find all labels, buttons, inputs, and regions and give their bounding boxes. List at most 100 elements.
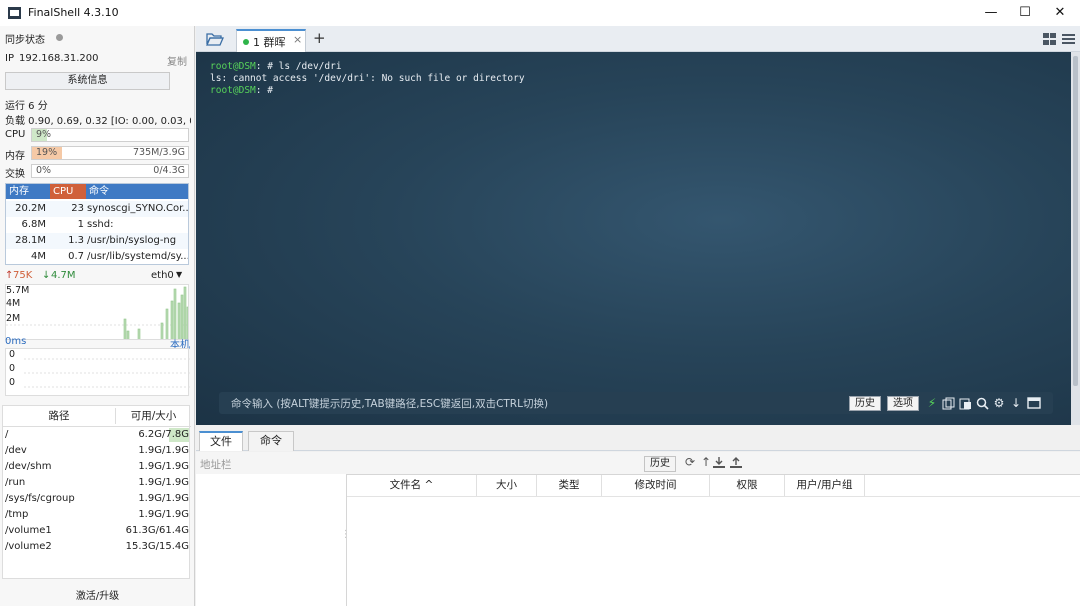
path-history-button[interactable]: 历史 bbox=[644, 456, 676, 472]
terminal-line: root@DSM: # bbox=[210, 85, 273, 96]
table-row[interactable]: /sys/fs/cgroup1.9G/1.9G bbox=[3, 491, 191, 507]
connected-dot-icon bbox=[243, 39, 249, 45]
scrollbar-thumb[interactable] bbox=[1073, 56, 1078, 386]
process-table: 内存 CPU 命令 20.2M 23 synoscgi_SYNO.Cor... … bbox=[5, 183, 189, 265]
table-row[interactable]: 6.8M 1 sshd: bbox=[6, 217, 189, 233]
window-icon[interactable] bbox=[1027, 397, 1041, 409]
col-modified[interactable]: 修改时间 bbox=[602, 475, 710, 496]
options-button[interactable]: 选项 bbox=[887, 396, 919, 411]
col-owner[interactable]: 用户/用户组 bbox=[785, 475, 865, 496]
maximize-button[interactable]: ☐ bbox=[1008, 0, 1042, 26]
cpu-usage-bar: 9% bbox=[31, 128, 189, 142]
tab-files[interactable]: 文件 bbox=[199, 431, 243, 451]
swap-usage-value: 0/4.3G bbox=[153, 165, 185, 177]
table-row[interactable]: /volume215.3G/15.4G bbox=[3, 539, 191, 555]
ip-value: 192.168.31.200 bbox=[19, 53, 99, 64]
minimize-button[interactable]: — bbox=[974, 0, 1008, 26]
copy-ip-button[interactable]: 复制 bbox=[167, 53, 187, 68]
table-row[interactable]: /dev1.9G/1.9G bbox=[3, 443, 191, 459]
proc-header-mem[interactable]: 内存 bbox=[6, 184, 50, 199]
bottom-tab-bar: 文件 命令 bbox=[196, 425, 1080, 451]
table-row[interactable]: /6.2G/7.8G bbox=[3, 427, 191, 443]
tab-commands[interactable]: 命令 bbox=[248, 431, 294, 451]
history-button[interactable]: 历史 bbox=[849, 396, 881, 411]
swap-usage-percent: 0% bbox=[36, 165, 51, 177]
network-chart: 5.7M 4M 2M bbox=[5, 284, 189, 340]
terminal-view[interactable]: root@DSM: # ls /dev/dri ls: cannot acces… bbox=[196, 52, 1071, 425]
arrow-down-icon[interactable]: ↓ bbox=[1009, 395, 1023, 411]
ping-grid-svg bbox=[6, 349, 190, 397]
ping-chart: 0 0 0 bbox=[5, 348, 189, 396]
gear-icon[interactable]: ⚙ bbox=[992, 395, 1006, 411]
mem-usage-percent: 19% bbox=[36, 147, 57, 159]
mem-label: 内存 bbox=[5, 147, 25, 162]
sync-status-label: 同步状态 bbox=[5, 31, 45, 46]
net-interface-select[interactable]: eth0 bbox=[151, 270, 174, 281]
col-filename[interactable]: 文件名 ^ bbox=[347, 475, 477, 496]
table-row[interactable]: 28.1M 1.3 /usr/bin/syslog-ng bbox=[6, 233, 189, 249]
table-row[interactable]: /volume161.3G/61.4G bbox=[3, 523, 191, 539]
swap-label: 交换 bbox=[5, 165, 25, 180]
proc-header-command[interactable]: 命令 bbox=[86, 184, 189, 199]
cpu-label: CPU bbox=[5, 129, 25, 140]
disk-header-size[interactable]: 可用/大小 bbox=[115, 408, 191, 424]
table-row[interactable]: /tmp1.9G/1.9G bbox=[3, 507, 191, 523]
session-tab-bar: 1 群晖 × + bbox=[196, 26, 1080, 52]
system-monitor-panel: 同步状态 IP 192.168.31.200 复制 系统信息 运行 6 分 负载… bbox=[0, 26, 195, 606]
terminal-line: root@DSM: # ls /dev/dri bbox=[210, 61, 342, 72]
file-list[interactable]: 文件名 ^ 大小 类型 修改时间 权限 用户/用户组 bbox=[346, 474, 1080, 606]
table-row[interactable]: 4M 0.7 /usr/lib/systemd/sy... bbox=[6, 249, 189, 265]
ip-label: IP bbox=[5, 53, 14, 64]
folder-open-icon[interactable] bbox=[206, 32, 224, 46]
col-type[interactable]: 类型 bbox=[537, 475, 602, 496]
parent-dir-icon[interactable]: ↑ bbox=[701, 455, 711, 469]
refresh-icon[interactable]: ⟳ bbox=[685, 455, 695, 469]
directory-tree[interactable]: ⋮ bbox=[196, 474, 346, 606]
command-input[interactable]: 命令输入 (按ALT键提示历史,TAB键路径,ESC键返回,双击CTRL切换) bbox=[231, 396, 548, 411]
lightning-icon[interactable]: ⚡ bbox=[925, 395, 939, 411]
sync-status-dot-icon bbox=[56, 34, 63, 41]
tab-label: 1 群晖 bbox=[253, 34, 286, 50]
terminal-scrollbar[interactable] bbox=[1071, 52, 1080, 425]
splitter-grip-icon[interactable]: ⋮ bbox=[341, 532, 344, 546]
menu-icon[interactable] bbox=[1062, 33, 1075, 45]
uptime-text: 运行 6 分 bbox=[5, 97, 48, 112]
chevron-down-icon[interactable]: ▼ bbox=[176, 270, 182, 279]
load-text: 负载 0.90, 0.69, 0.32 [IO: 0.00, 0.03, 0..… bbox=[5, 112, 191, 127]
col-permission[interactable]: 权限 bbox=[710, 475, 785, 496]
disk-table: 路径 可用/大小 /6.2G/7.8G /dev1.9G/1.9G /dev/s… bbox=[2, 405, 190, 579]
close-tab-icon[interactable]: × bbox=[293, 33, 302, 46]
net-spark-svg bbox=[6, 285, 189, 340]
copy-icon[interactable] bbox=[942, 397, 955, 410]
disk-header-path[interactable]: 路径 bbox=[3, 408, 115, 424]
ping-latency: 0ms bbox=[5, 336, 26, 347]
table-row[interactable]: /run1.9G/1.9G bbox=[3, 475, 191, 491]
terminal-line: ls: cannot access '/dev/dri': No such fi… bbox=[210, 73, 525, 84]
download-icon[interactable] bbox=[713, 457, 725, 469]
table-row[interactable]: 20.2M 23 synoscgi_SYNO.Cor... bbox=[6, 201, 189, 217]
net-download-speed: 4.7M bbox=[51, 270, 76, 281]
download-arrow-icon: ↓ bbox=[42, 270, 50, 281]
address-input[interactable]: 地址栏 bbox=[200, 457, 232, 472]
upload-icon[interactable] bbox=[730, 457, 742, 469]
add-tab-button[interactable]: + bbox=[313, 29, 326, 47]
app-icon bbox=[8, 7, 21, 19]
mem-usage-value: 735M/3.9G bbox=[133, 147, 185, 159]
address-bar: 地址栏 历史 ⟳ ↑ bbox=[196, 452, 1080, 474]
col-size[interactable]: 大小 bbox=[477, 475, 537, 496]
system-info-button[interactable]: 系统信息 bbox=[5, 72, 170, 90]
search-icon[interactable] bbox=[976, 397, 989, 410]
paste-icon[interactable] bbox=[959, 397, 972, 410]
table-row[interactable]: /dev/shm1.9G/1.9G bbox=[3, 459, 191, 475]
window-title: FinalShell 4.3.10 bbox=[28, 6, 119, 19]
title-bar: FinalShell 4.3.10 — ☐ ✕ bbox=[0, 0, 1080, 26]
layout-grid-icon[interactable] bbox=[1043, 33, 1056, 45]
tab-session-1[interactable]: 1 群晖 × bbox=[236, 29, 306, 52]
command-input-bar[interactable]: 命令输入 (按ALT键提示历史,TAB键路径,ESC键返回,双击CTRL切换) … bbox=[219, 392, 1053, 414]
activate-upgrade-link[interactable]: 激活/升级 bbox=[0, 587, 195, 602]
swap-usage-bar: 0% 0/4.3G bbox=[31, 164, 189, 178]
close-button[interactable]: ✕ bbox=[1043, 0, 1077, 26]
net-upload-speed: 75K bbox=[13, 270, 32, 281]
mem-usage-bar: 19% 735M/3.9G bbox=[31, 146, 189, 160]
proc-header-cpu[interactable]: CPU bbox=[50, 184, 86, 199]
